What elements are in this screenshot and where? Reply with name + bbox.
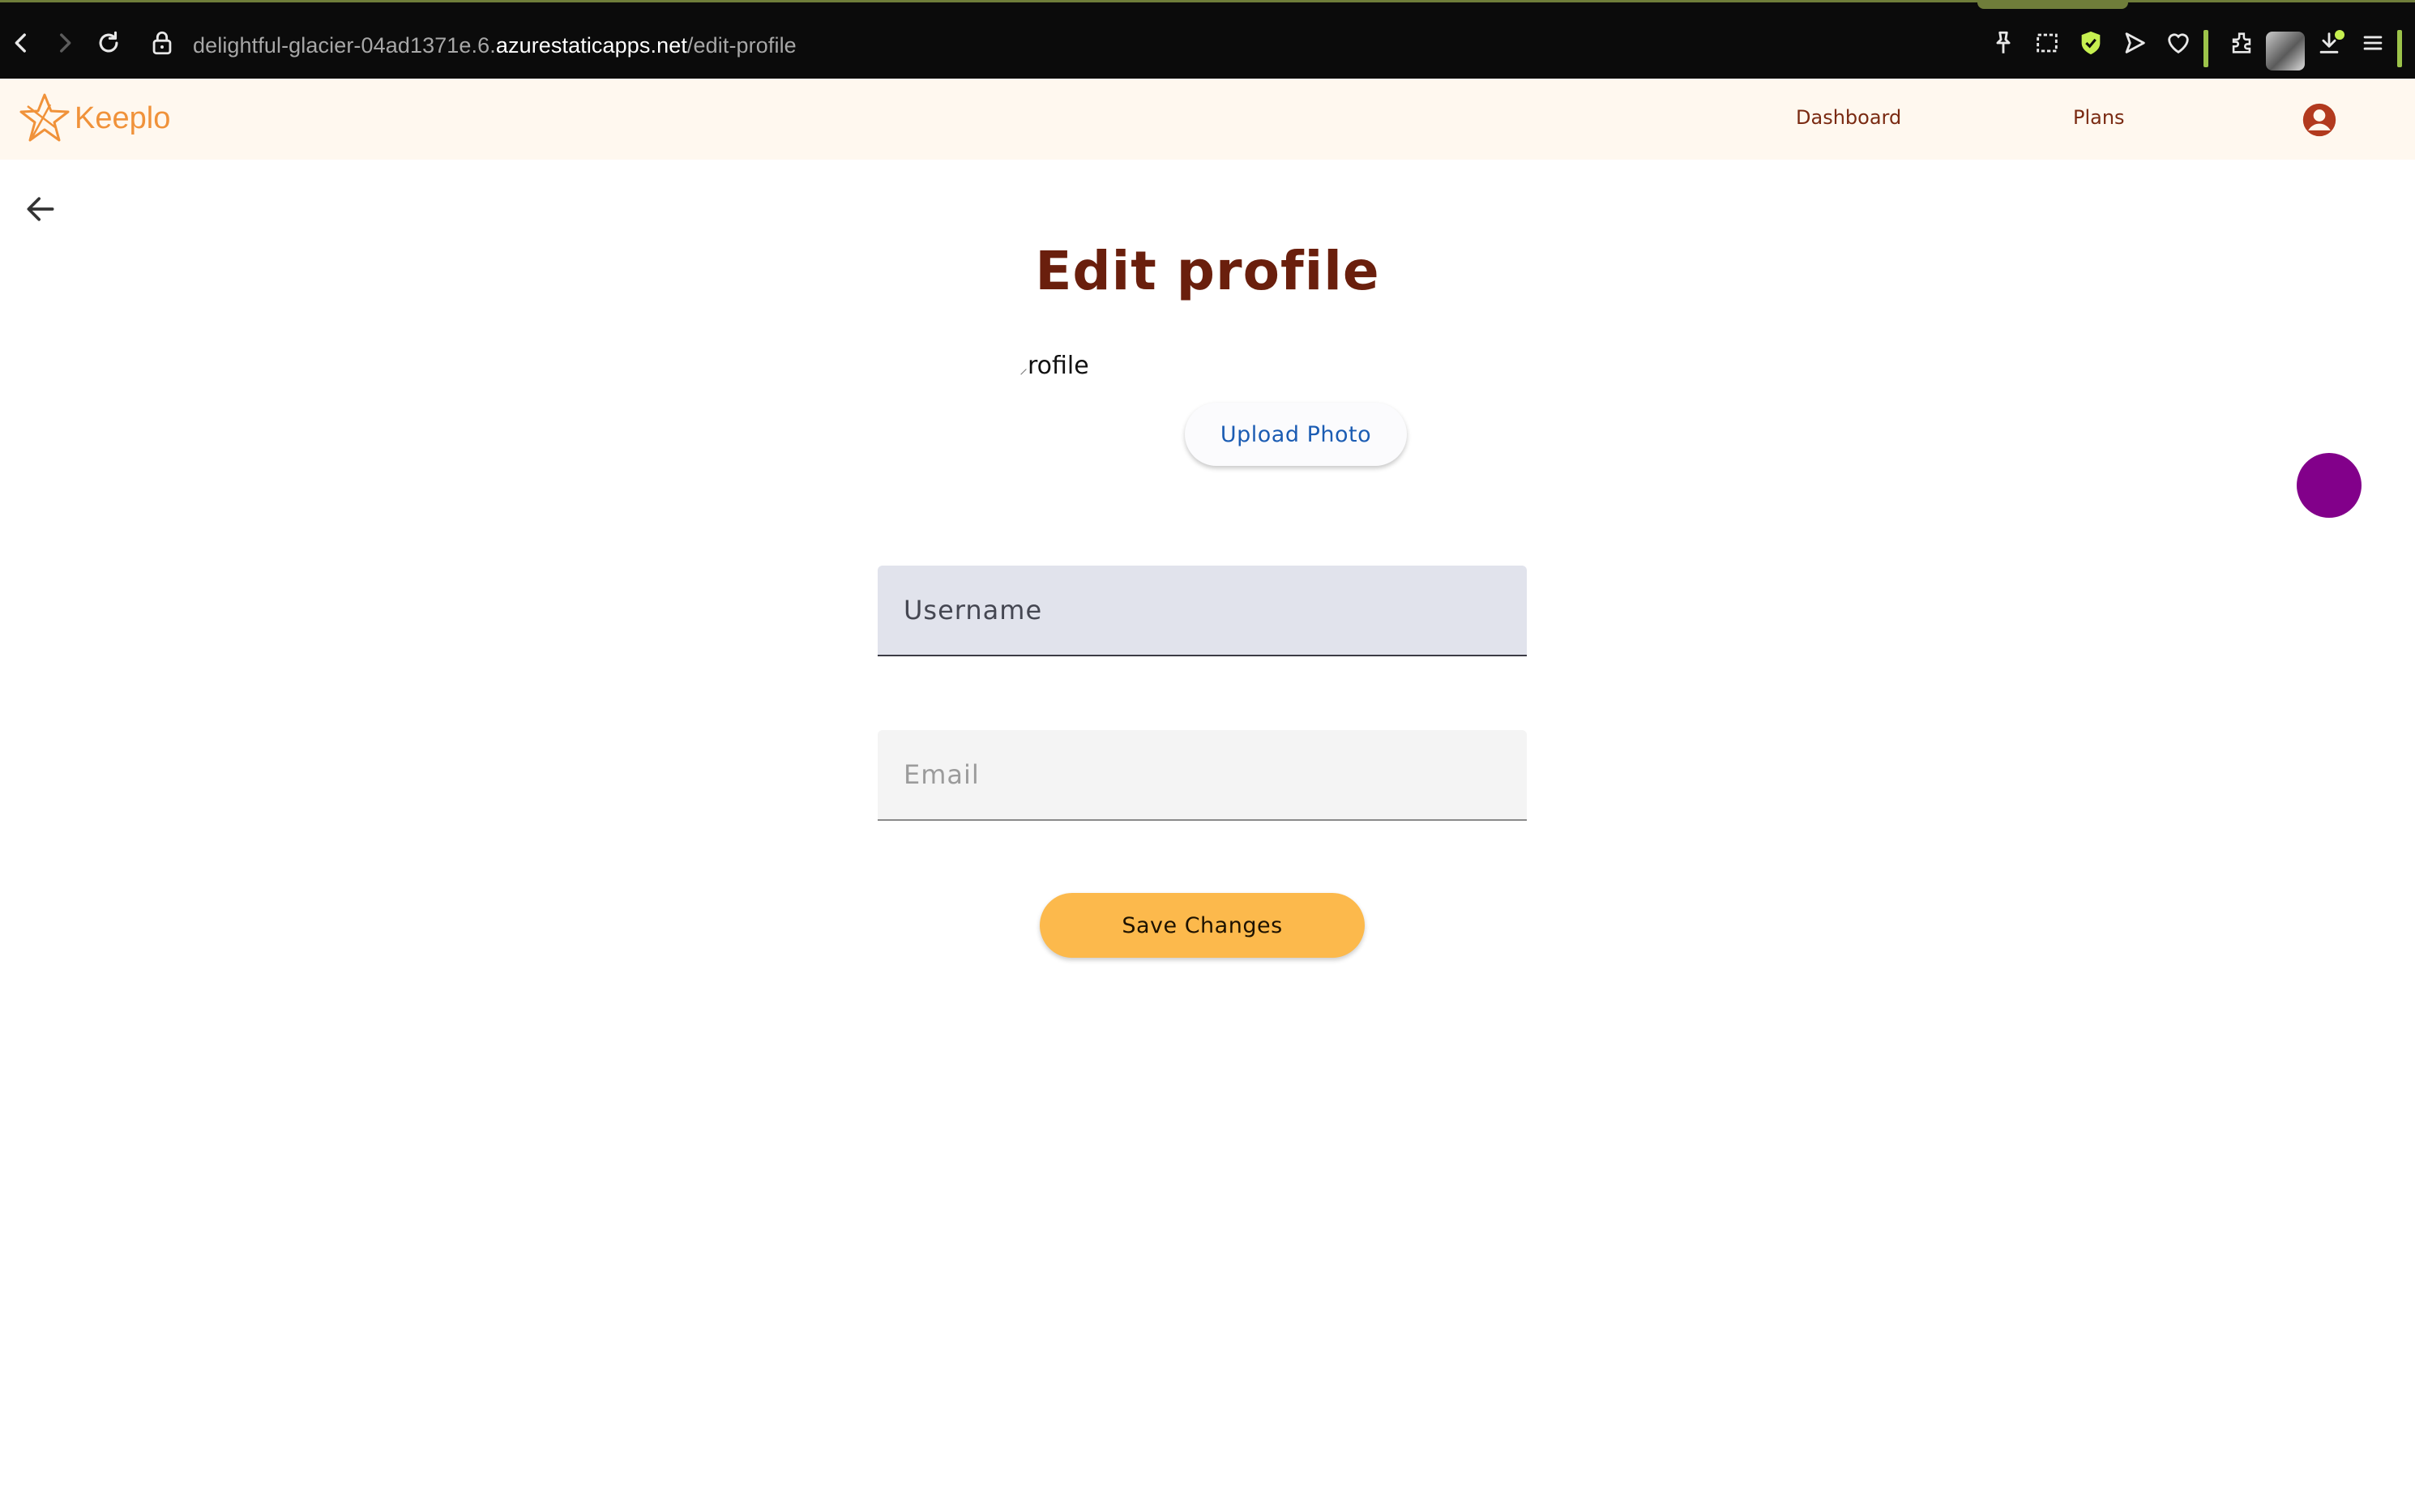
menu-icon[interactable] bbox=[2358, 28, 2387, 58]
nav-dashboard[interactable]: Dashboard bbox=[1796, 106, 1901, 129]
send-icon[interactable] bbox=[2120, 28, 2149, 58]
username-input[interactable] bbox=[878, 566, 1527, 655]
upload-photo-button[interactable]: Upload Photo bbox=[1185, 403, 1407, 466]
back-arrow-icon[interactable] bbox=[23, 191, 58, 227]
profile-image-alt: rofile bbox=[1028, 352, 1089, 380]
email-input[interactable] bbox=[878, 730, 1527, 819]
email-field[interactable] bbox=[878, 730, 1527, 821]
browser-toolbar: delightful-glacier-04ad1371e.6.azurestat… bbox=[0, 0, 2415, 79]
browser-profile-avatar[interactable] bbox=[2266, 32, 2305, 70]
page-title: Edit profile bbox=[1035, 240, 1380, 302]
url-path: /edit-profile bbox=[686, 33, 797, 58]
extensions-icon[interactable] bbox=[2227, 28, 2256, 58]
toolbar-separator-end bbox=[2397, 30, 2402, 67]
screenshot-icon[interactable] bbox=[2032, 28, 2062, 58]
username-field[interactable] bbox=[878, 566, 1527, 656]
broken-image-icon: ⸝ bbox=[1019, 358, 1028, 378]
profile-image: ⸝rofile bbox=[1019, 352, 1089, 380]
reload-icon[interactable] bbox=[94, 28, 123, 58]
url-prefix: delightful-glacier-04ad1371e.6. bbox=[193, 33, 496, 58]
active-tab-indicator bbox=[1977, 2, 2128, 9]
lock-icon[interactable] bbox=[147, 28, 177, 58]
back-nav-icon[interactable] bbox=[6, 28, 36, 58]
logo-text: Keeplo bbox=[75, 100, 171, 135]
nav-plans[interactable]: Plans bbox=[2073, 106, 2125, 129]
floating-action-button[interactable] bbox=[2297, 453, 2362, 518]
heart-icon[interactable] bbox=[2164, 28, 2193, 58]
star-logo-icon bbox=[19, 93, 70, 142]
app-header: Keeplo Dashboard Plans bbox=[0, 79, 2415, 160]
account-circle-icon[interactable] bbox=[2302, 102, 2337, 138]
forward-nav-icon[interactable] bbox=[50, 28, 79, 58]
save-changes-button[interactable]: Save Changes bbox=[1040, 893, 1365, 958]
shield-icon[interactable] bbox=[2076, 28, 2105, 58]
url-domain: azurestaticapps.net bbox=[495, 33, 687, 58]
logo[interactable]: Keeplo bbox=[16, 90, 170, 147]
address-bar[interactable]: delightful-glacier-04ad1371e.6.azurestat… bbox=[193, 33, 797, 58]
toolbar-separator bbox=[2203, 30, 2208, 67]
download-badge bbox=[2335, 30, 2344, 40]
pin-icon[interactable] bbox=[1989, 28, 2018, 58]
